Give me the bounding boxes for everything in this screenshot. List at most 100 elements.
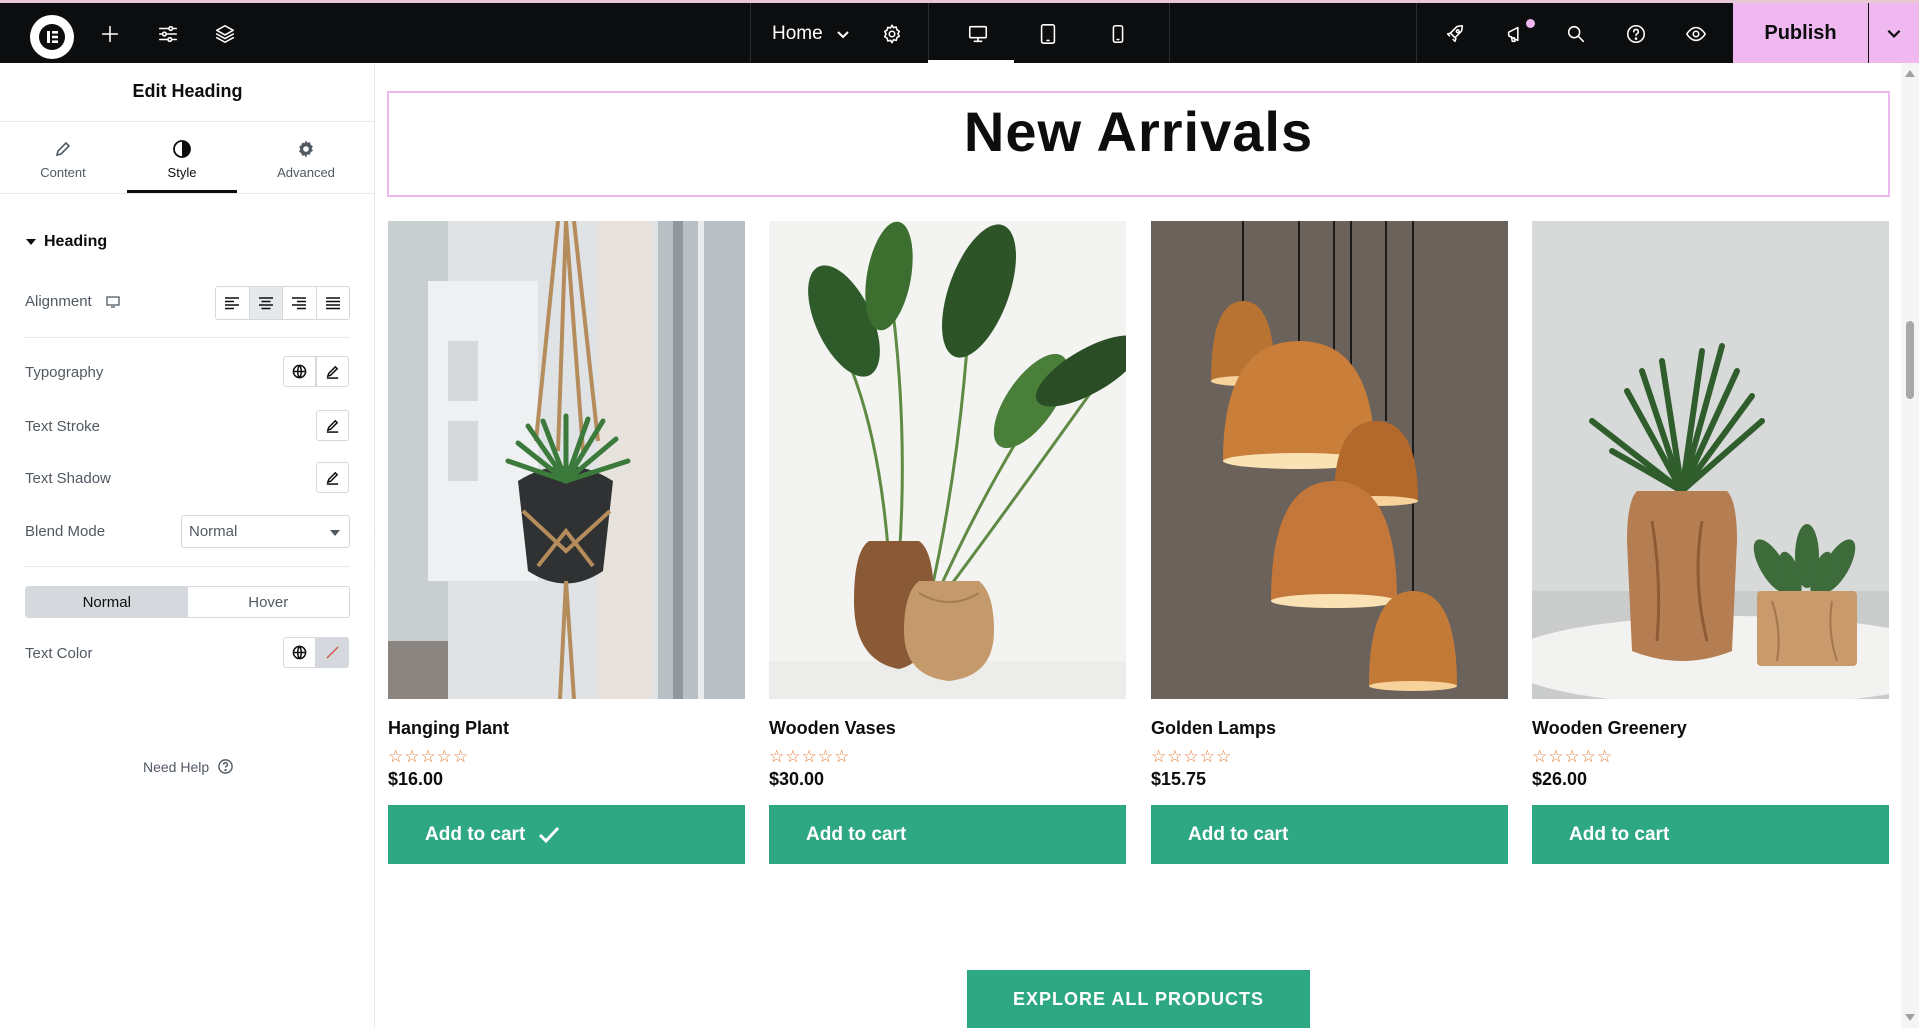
contrast-icon [173, 140, 191, 158]
text-color-label: Text Color [25, 645, 93, 662]
align-left-button[interactable] [216, 287, 250, 319]
state-normal-tab[interactable]: Normal [26, 587, 188, 617]
section-heading-toggle[interactable]: Heading [26, 233, 107, 251]
scroll-up-arrow-icon[interactable] [1905, 70, 1915, 77]
page-name: Home [772, 23, 823, 44]
state-hover-tab[interactable]: Hover [188, 587, 350, 617]
align-right-icon [292, 297, 307, 310]
desktop-device-icon[interactable] [964, 20, 992, 48]
button-label: Add to cart [1188, 823, 1289, 845]
product-image-golden-lamps[interactable] [1151, 221, 1508, 699]
alignment-control [215, 286, 350, 320]
explore-all-products-button[interactable]: EXPLORE ALL PRODUCTS [967, 970, 1310, 1028]
globe-icon [292, 364, 307, 379]
product-price: $30.00 [769, 769, 825, 789]
tablet-device-icon[interactable] [1034, 20, 1062, 48]
add-element-icon[interactable] [96, 20, 124, 48]
product-name[interactable]: Wooden Greenery [1532, 718, 1889, 739]
structure-layers-icon[interactable] [211, 20, 239, 48]
color-picker-swatch[interactable] [316, 637, 349, 668]
top-bar: Home Publish [0, 0, 1919, 63]
align-right-button[interactable] [283, 287, 317, 319]
align-center-icon [258, 297, 273, 310]
blend-mode-label: Blend Mode [25, 523, 106, 540]
site-settings-sliders-icon[interactable] [154, 20, 182, 48]
button-label: Add to cart [1569, 823, 1670, 845]
tab-style[interactable]: Style [127, 139, 237, 180]
elementor-logo-icon[interactable] [30, 15, 74, 59]
product-price: $26.00 [1532, 769, 1588, 789]
panel-title: Edit Heading [132, 81, 243, 101]
text-stroke-label: Text Stroke [25, 418, 101, 435]
chevron-down-icon [1887, 29, 1901, 38]
product-name[interactable]: Wooden Vases [769, 718, 1126, 739]
preview-eye-icon[interactable] [1682, 20, 1710, 48]
divider [25, 566, 350, 567]
canvas-scrollbar[interactable] [1901, 63, 1919, 1028]
scroll-down-arrow-icon[interactable] [1905, 1014, 1915, 1021]
add-to-cart-button[interactable]: Add to cart [388, 805, 745, 864]
desktop-responsive-icon[interactable] [106, 295, 120, 308]
selected-heading-widget[interactable]: New Arrivals [387, 91, 1890, 197]
global-typography-button[interactable] [283, 356, 316, 387]
no-color-slash-icon [326, 646, 339, 659]
search-icon[interactable] [1562, 20, 1590, 48]
alignment-label: Alignment [25, 293, 120, 310]
help-text: Need Help [143, 758, 210, 775]
typography-label: Typography [25, 364, 104, 381]
publish-options-button[interactable] [1869, 3, 1919, 63]
align-center-button[interactable] [249, 287, 283, 319]
divider [928, 3, 929, 63]
rocket-icon[interactable] [1441, 20, 1469, 48]
button-label: Add to cart [806, 823, 907, 845]
product-card: Golden Lamps ☆☆☆☆☆ $15.75 Add to cart [1151, 221, 1508, 864]
tab-content[interactable]: Content [8, 139, 118, 180]
label-text: Alignment [25, 293, 92, 310]
product-image-wooden-vases[interactable] [769, 221, 1126, 699]
pencil-icon [326, 365, 339, 379]
help-icon[interactable] [1622, 20, 1650, 48]
mobile-device-icon[interactable] [1104, 20, 1132, 48]
gear-icon [299, 140, 313, 158]
page-settings-gear-icon[interactable] [878, 20, 906, 48]
divider [0, 193, 375, 194]
product-card: Wooden Vases ☆☆☆☆☆ $30.00 Add to cart [769, 221, 1126, 864]
preview-canvas: New Arrivals Hanging Plant ☆☆☆☆☆ $16.00 … [376, 63, 1901, 1028]
product-image-wooden-greenery[interactable] [1532, 221, 1889, 699]
product-name[interactable]: Hanging Plant [388, 718, 745, 739]
pencil-icon [55, 141, 71, 157]
scrollbar-thumb[interactable] [1906, 321, 1914, 399]
edit-text-shadow-button[interactable] [316, 462, 349, 493]
add-to-cart-button[interactable]: Add to cart [1151, 805, 1508, 864]
divider [0, 121, 375, 122]
product-price: $16.00 [388, 769, 444, 789]
page-selector[interactable]: Home [772, 23, 851, 45]
tab-label: Style [167, 165, 197, 180]
tab-advanced[interactable]: Advanced [251, 139, 361, 180]
align-justify-icon [325, 297, 340, 310]
pencil-icon [326, 471, 339, 485]
blend-mode-select[interactable]: Normal [181, 515, 350, 548]
edit-typography-button[interactable] [316, 356, 349, 387]
tab-label: Content [40, 165, 86, 180]
align-left-icon [225, 297, 240, 310]
state-toggle: Normal Hover [25, 586, 350, 618]
text-shadow-label: Text Shadow [25, 470, 111, 487]
button-label: Add to cart [425, 823, 526, 845]
star-rating: ☆☆☆☆☆ [1532, 747, 1614, 766]
product-card: Wooden Greenery ☆☆☆☆☆ $26.00 Add to cart [1532, 221, 1889, 864]
need-help-link[interactable]: Need Help [143, 758, 234, 775]
publish-button[interactable]: Publish [1733, 3, 1868, 63]
pencil-icon [326, 419, 339, 433]
product-price: $15.75 [1151, 769, 1207, 789]
product-image-hanging-plant[interactable] [388, 221, 745, 699]
align-justify-button[interactable] [317, 287, 350, 319]
caret-down-icon [330, 530, 340, 536]
edit-text-stroke-button[interactable] [316, 410, 349, 441]
global-color-button[interactable] [283, 637, 316, 668]
page-heading[interactable]: New Arrivals [389, 99, 1888, 164]
product-name[interactable]: Golden Lamps [1151, 718, 1508, 739]
add-to-cart-button[interactable]: Add to cart [769, 805, 1126, 864]
add-to-cart-button[interactable]: Add to cart [1532, 805, 1889, 864]
globe-icon [292, 645, 307, 660]
